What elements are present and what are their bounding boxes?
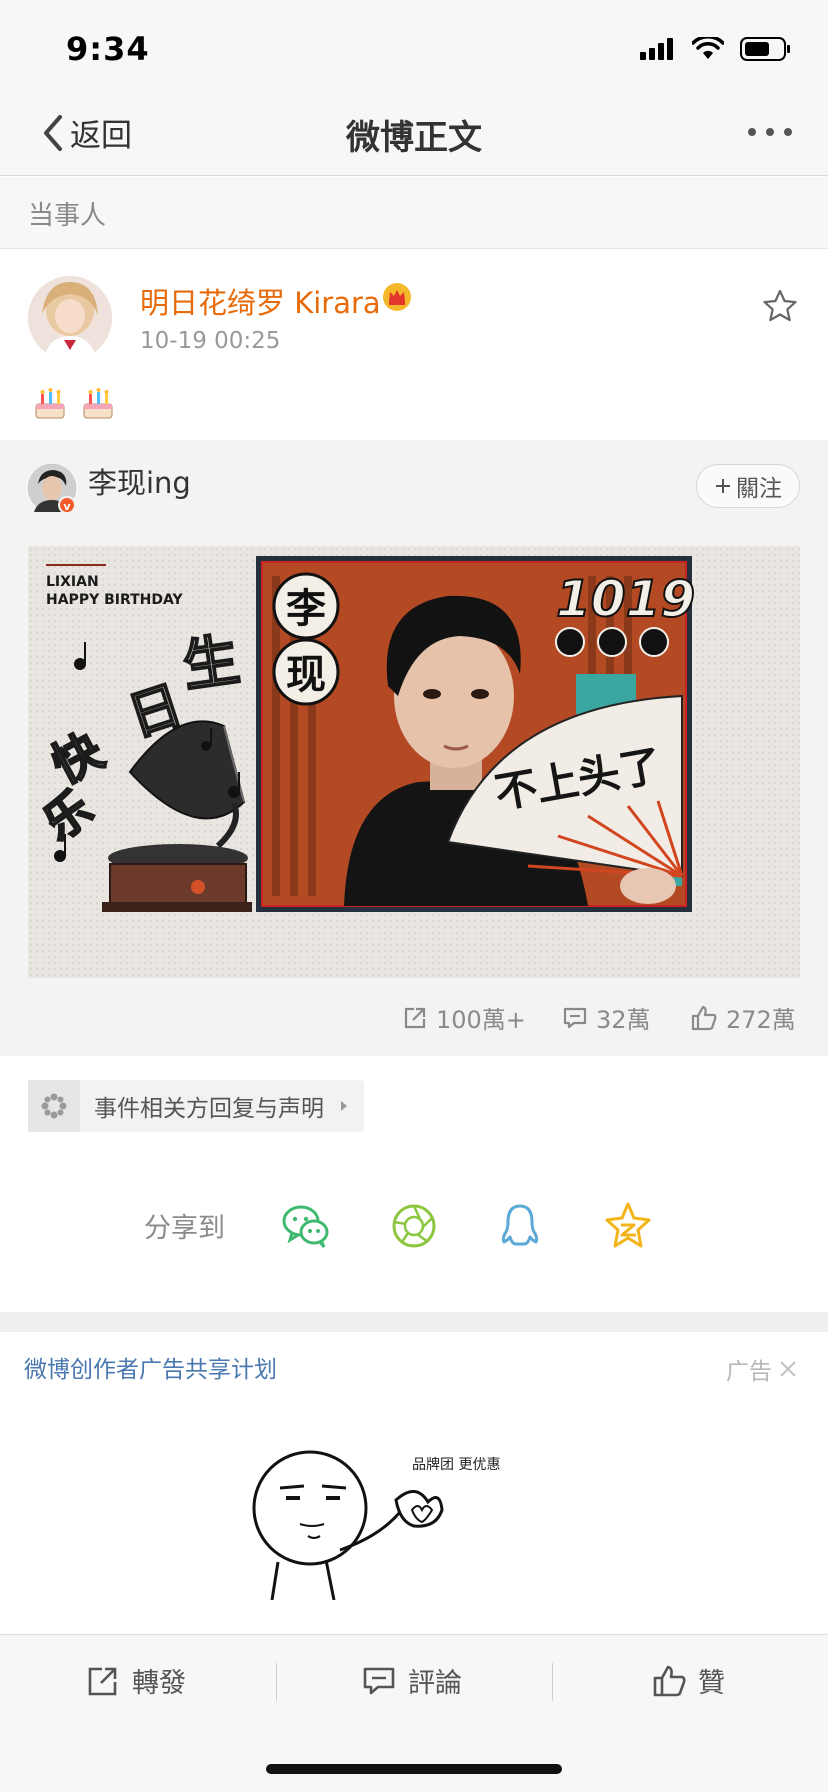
page-title: 微博正文 (346, 118, 482, 158)
comment-icon (563, 1007, 587, 1028)
poster-brand-line2: HAPPY BIRTHDAY (46, 592, 183, 608)
comments-count: 32萬 (596, 1006, 651, 1034)
poster-brand-line1: LIXIAN (46, 574, 99, 590)
qzone-icon[interactable] (602, 1200, 654, 1252)
share-label: 分享到 (144, 1213, 225, 1244)
cake-emoji-icon (35, 388, 65, 419)
repost-button[interactable]: 轉發 (86, 1661, 186, 1700)
close-icon (780, 1361, 796, 1377)
repost-stats: 100萬+ 32萬 272萬 (0, 1000, 828, 1044)
repost-label: 轉發 (132, 1668, 186, 1699)
share-row: 分享到 (0, 1192, 828, 1256)
share-out-icon (404, 1007, 426, 1028)
post-image[interactable]: LIXIAN HAPPY BIRTHDAY 生 日 快 乐 李 现 1019 不… (28, 546, 800, 978)
nav-bar: 返回 微博正文 (0, 96, 828, 176)
battery-icon (740, 37, 790, 61)
repost-author-avatar[interactable]: v (28, 464, 76, 514)
poster-greeting-char: 生 (179, 628, 244, 700)
follow-button[interactable]: 關注 (696, 464, 800, 508)
reposted-post[interactable]: v 李现ing 關注 LIXIAN HAPPY BIRTHDAY 生 日 快 乐… (0, 440, 828, 1056)
avatar-image (28, 276, 112, 360)
home-indicator (266, 1764, 562, 1774)
ad-label: 广告 (726, 1359, 772, 1385)
topic-label: 事件相关方回复与声明 (94, 1096, 324, 1122)
share-out-icon (88, 1667, 117, 1695)
comment-button[interactable]: 評論 (362, 1661, 462, 1700)
chevron-right-icon (341, 1101, 347, 1111)
plus-icon (716, 479, 730, 493)
ad-caption: 品牌团 更优惠 (412, 1457, 501, 1473)
moments-icon[interactable] (388, 1200, 440, 1252)
weibo-post-page: 9:34 返回 微博正文 当事人 明日花绮罗 Kirara 10-19 00:2… (0, 0, 828, 1792)
post-author-name[interactable]: 明日花绮罗 Kirara (140, 280, 381, 322)
qq-icon[interactable] (494, 1200, 546, 1252)
section-party-label: 当事人 (28, 201, 107, 231)
crown-badge-icon (383, 283, 411, 311)
thumbs-up-icon (691, 1005, 717, 1030)
repost-author-name[interactable]: 李现ing (88, 460, 191, 502)
verified-badge: v (58, 496, 76, 514)
author-avatar[interactable] (28, 276, 112, 360)
stat-comments[interactable]: 32萬 (562, 1000, 651, 1035)
topic-pinwheel-icon (28, 1080, 80, 1132)
section-party-header: 当事人 (0, 177, 828, 249)
comment-icon (363, 1667, 395, 1694)
cake-emoji-icon (83, 388, 113, 419)
section-divider (0, 1312, 828, 1332)
more-options-icon[interactable] (748, 128, 792, 136)
toolbar-divider (276, 1663, 277, 1701)
stat-likes[interactable]: 272萬 (690, 1000, 796, 1035)
signal-icon (640, 38, 673, 60)
birthday-poster-image: LIXIAN HAPPY BIRTHDAY 生 日 快 乐 李 现 1019 不… (28, 546, 800, 978)
stat-reposts[interactable]: 100萬+ (402, 1000, 526, 1035)
post-timestamp: 10-19 00:25 (140, 328, 281, 354)
main-post: 明日花绮罗 Kirara 10-19 00:25 (0, 250, 828, 440)
topic-chip[interactable]: 事件相关方回复与声明 (28, 1080, 364, 1132)
status-icons (640, 36, 792, 62)
post-content (32, 386, 116, 422)
poster-name-char: 现 (286, 652, 326, 698)
status-bar: 9:34 (0, 0, 828, 96)
thumbs-up-icon (653, 1665, 686, 1696)
toolbar-divider (552, 1663, 553, 1701)
like-button[interactable]: 贊 (652, 1661, 725, 1700)
wechat-icon[interactable] (280, 1200, 332, 1252)
favorite-star-icon[interactable] (762, 288, 798, 324)
comment-label: 評論 (408, 1668, 462, 1699)
follow-label: 關注 (736, 476, 782, 502)
ad-close[interactable]: 广告 (726, 1352, 798, 1386)
reposts-count: 100萬+ (436, 1006, 526, 1034)
ad-title-link[interactable]: 微博创作者广告共享计划 (24, 1350, 277, 1384)
likes-count: 272萬 (726, 1006, 796, 1034)
poster-date: 1019 (556, 570, 695, 628)
poster-name-char: 李 (286, 586, 326, 632)
status-time: 9:34 (66, 30, 150, 68)
wifi-icon (692, 37, 724, 59)
like-label: 贊 (698, 1668, 725, 1699)
